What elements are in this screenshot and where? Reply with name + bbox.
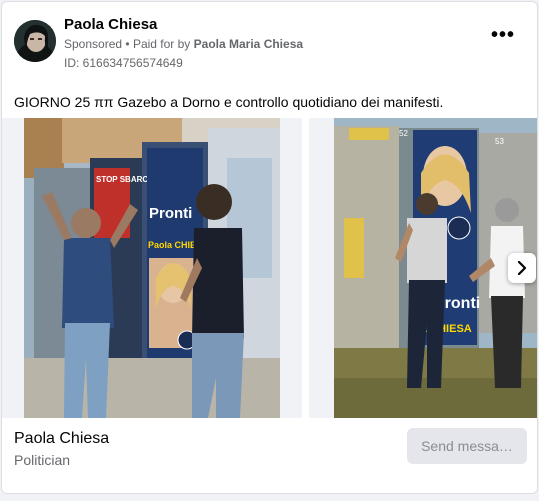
board-number-left: 52 [399,129,408,138]
ad-body-text: GIORNO 25 ππ Gazebo a Dorno e controllo … [14,94,444,110]
board-number-right: 53 [495,137,504,146]
poster-pronti-text: Pronti [149,205,192,222]
advertiser-name[interactable]: Paola Chiesa [64,16,157,33]
slide-2-photo: 52 53 Pronti a CHIESA [309,118,537,418]
avatar-image [14,20,56,62]
chevron-right-icon [517,261,527,275]
ad-id: ID: 616634756574649 [64,56,183,70]
send-message-button[interactable]: Send messa… [407,428,527,464]
advertiser-avatar[interactable] [14,20,56,62]
slide-1-photo: STOP SBARCHI Pronti Paola CHIESA [2,118,280,418]
sponsored-line: Sponsored • Paid for by Paola Maria Chie… [64,37,303,51]
carousel-next-button[interactable] [508,253,536,283]
separator-dot: • [125,37,130,51]
ad-footer: Paola Chiesa Politician Send messa… [2,418,537,493]
carousel-slide-1[interactable]: STOP SBARCHI Pronti Paola CHIESA [2,118,302,418]
sponsored-label: Sponsored [64,37,123,51]
image-carousel: STOP SBARCHI Pronti Paola CHIESA 52 53 P… [2,118,537,418]
carousel-slide-2[interactable]: 52 53 Pronti a CHIESA [309,118,537,418]
paid-for-by-name: Paola Maria Chiesa [193,37,304,51]
paid-for-by-label: Paid for by [132,37,191,51]
footer-page-category: Politician [14,452,71,468]
footer-page-name[interactable]: Paola Chiesa [14,430,109,448]
more-options-button[interactable]: ••• [491,25,515,45]
ad-card: Paola Chiesa Sponsored • Paid for by Pao… [1,1,538,494]
